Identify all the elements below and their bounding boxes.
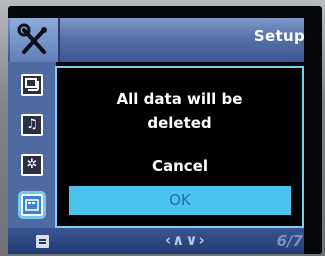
memory-card-icon bbox=[25, 199, 39, 211]
menu-list-icon[interactable] bbox=[36, 235, 49, 248]
wrench-screwdriver-icon bbox=[17, 23, 47, 54]
dialog-message-line1: All data will be bbox=[116, 90, 243, 108]
dialog-message-line2: deleted bbox=[147, 114, 212, 132]
settings-gear-icon: ✲ bbox=[26, 157, 38, 172]
page-indicator: 6/7 bbox=[276, 232, 303, 250]
sidebar-item-gallery[interactable] bbox=[21, 74, 43, 96]
sidebar-item-settings[interactable]: ✲ bbox=[21, 154, 43, 176]
footer-bar bbox=[8, 228, 304, 254]
confirm-dialog: All data will be deleted Cancel OK bbox=[55, 66, 304, 228]
sidebar: ♫ ✲ bbox=[8, 62, 56, 228]
page-title: Setup bbox=[253, 27, 305, 45]
setup-tab[interactable] bbox=[10, 18, 60, 62]
ok-button[interactable]: OK bbox=[69, 186, 291, 215]
gallery-icon bbox=[25, 78, 39, 91]
music-note-icon: ♫ bbox=[26, 117, 38, 132]
cancel-button[interactable]: Cancel bbox=[69, 152, 291, 181]
sidebar-item-music[interactable]: ♫ bbox=[21, 114, 43, 136]
navigation-arrows[interactable]: ‹∧∨› bbox=[165, 231, 206, 249]
sidebar-item-memory-card[interactable] bbox=[18, 191, 46, 219]
